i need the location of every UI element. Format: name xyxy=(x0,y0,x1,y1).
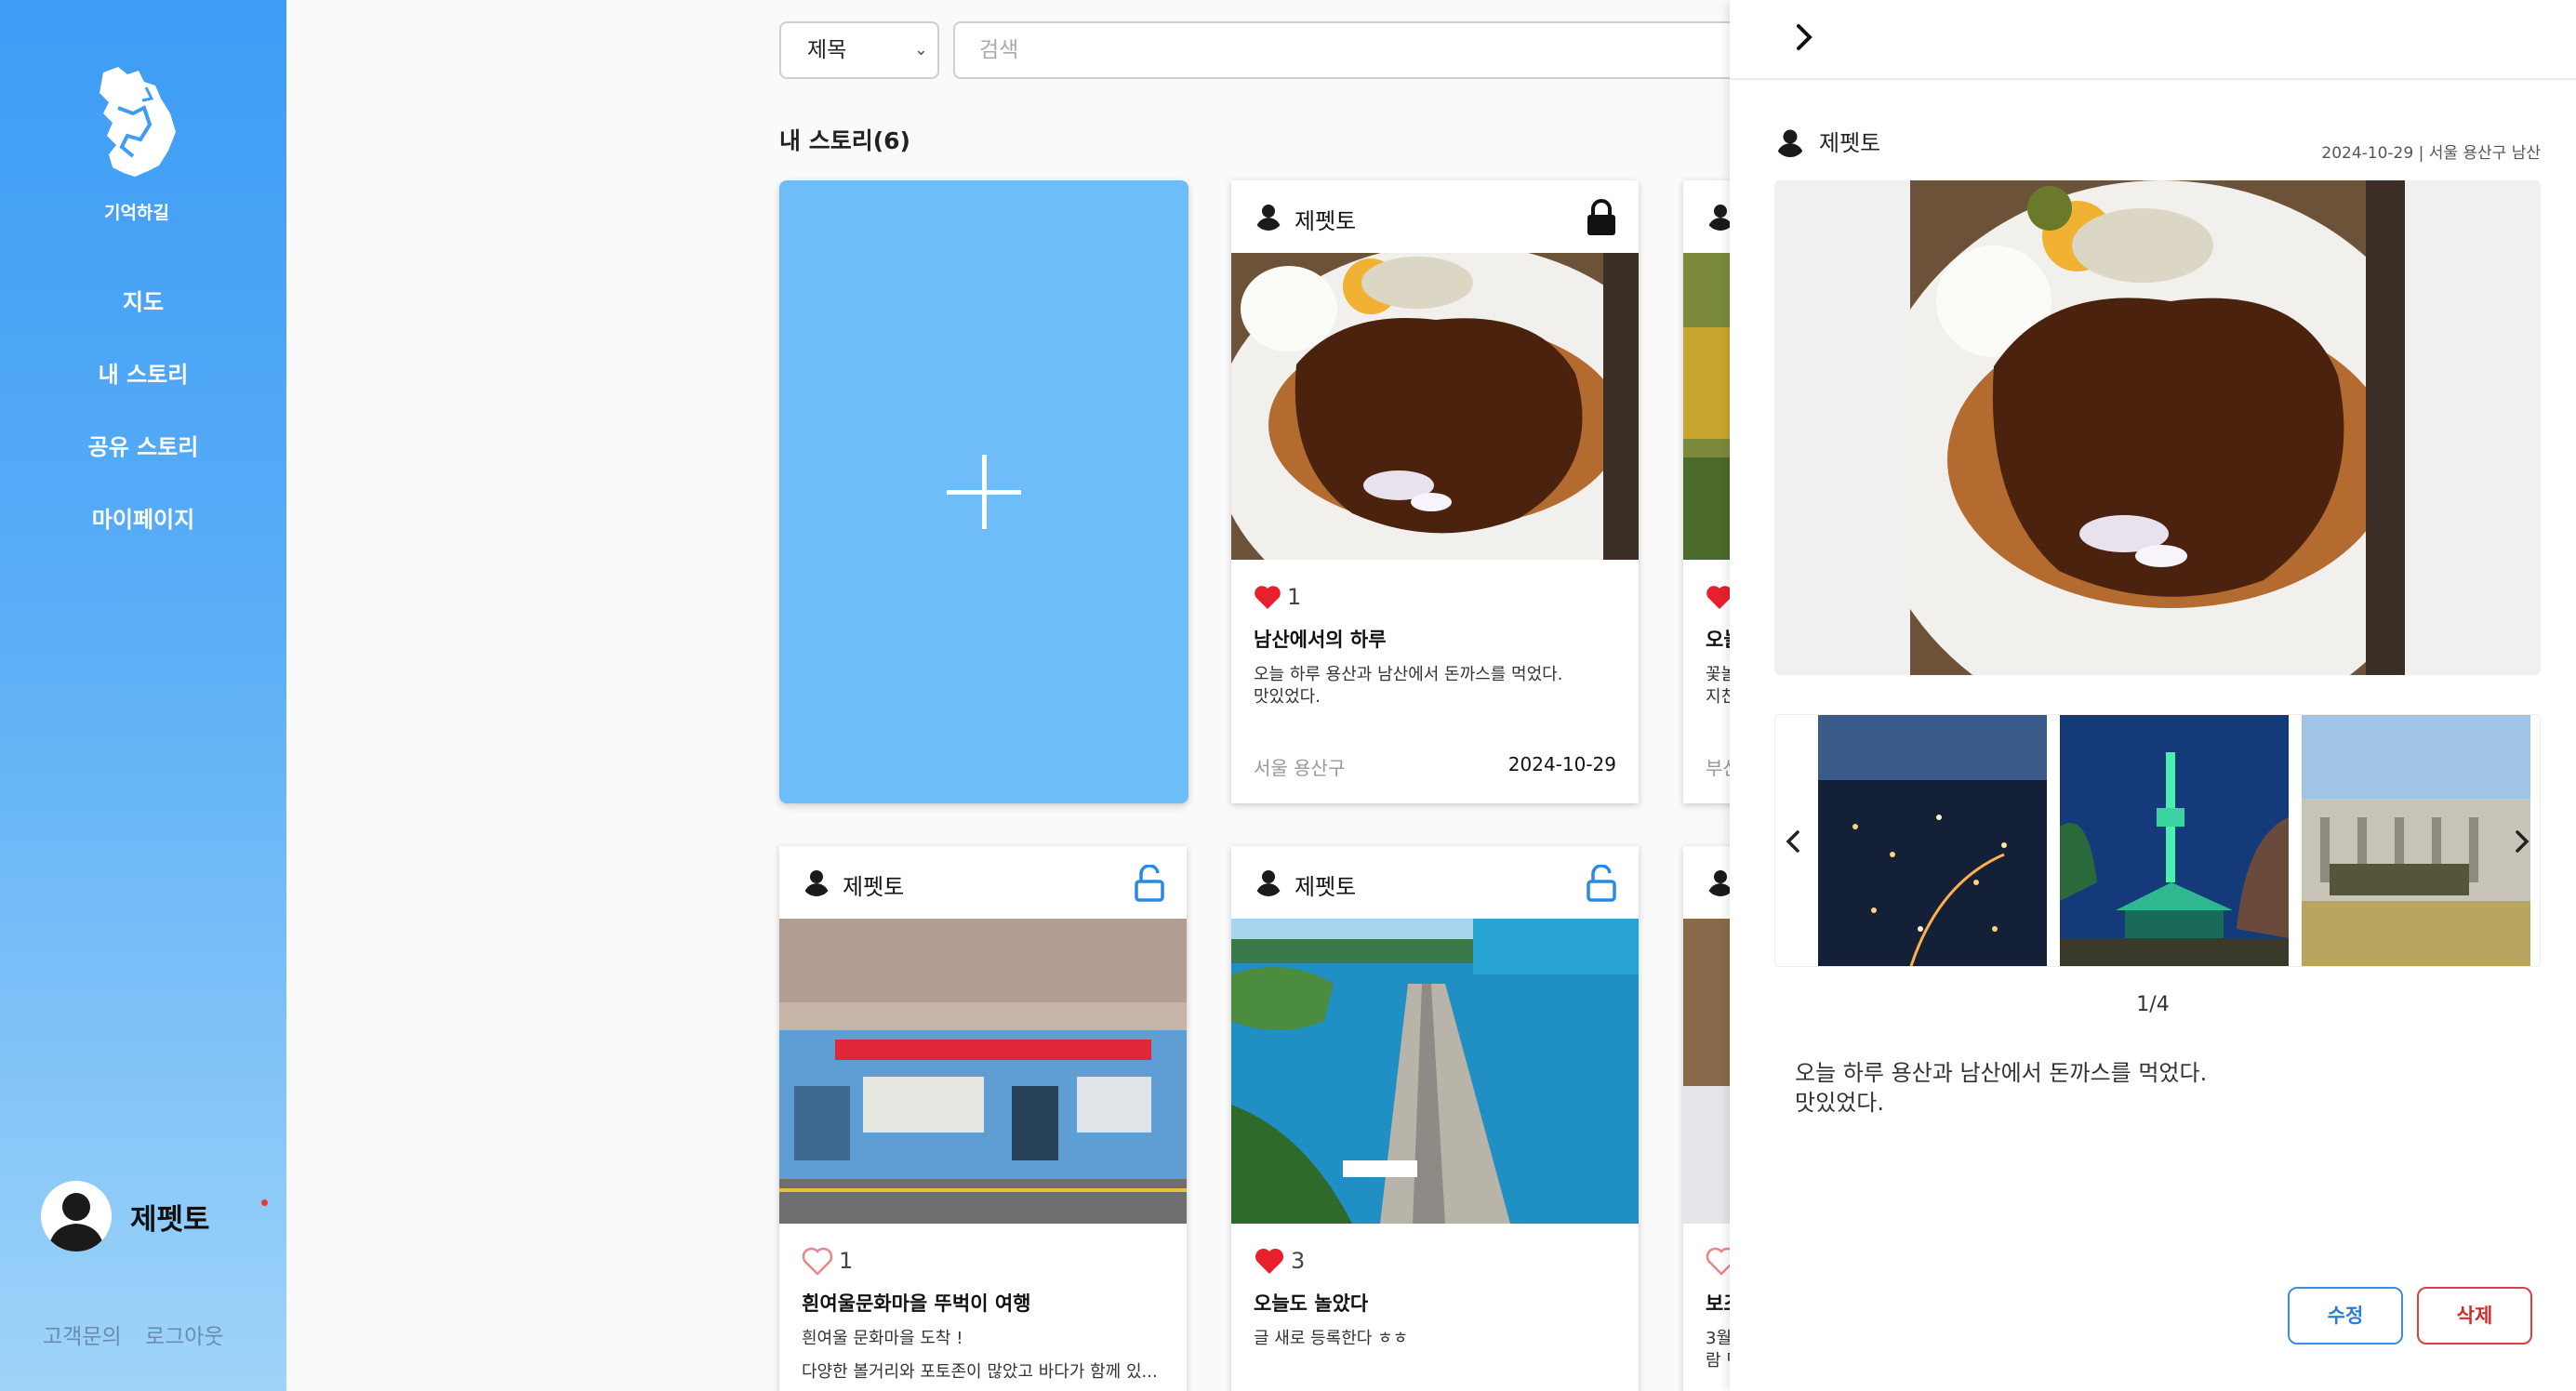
thumbnail-namsan-tower[interactable] xyxy=(2060,715,2289,966)
heart-filled-icon xyxy=(1255,586,1281,609)
sidebar-nav: 지도 내 스토리 공유 스토리 마이페이지 xyxy=(0,279,286,569)
edit-button[interactable]: 수정 xyxy=(2288,1287,2403,1345)
card-header: 제펫토 xyxy=(1231,180,1639,253)
author-name: 제펫토 xyxy=(1819,130,1881,156)
card-text: 글 새로 등록한다 ㅎㅎ xyxy=(1254,1329,1409,1348)
card-title: 흰여울문화마을 뚜벅이 여행 xyxy=(802,1292,1031,1315)
support-link[interactable]: 고객문의 xyxy=(43,1325,122,1349)
story-card[interactable]: 제펫토 3 오늘도 놀았다 글 새로 등록한다 ㅎㅎ xyxy=(1231,846,1639,1391)
card-author: 제펫토 xyxy=(1295,208,1357,234)
card-author: 제펫토 xyxy=(843,874,905,900)
card-body: 3 오늘도 놀았다 글 새로 등록한다 ㅎㅎ xyxy=(1231,1246,1639,1350)
story-meta: 2024-10-29 | 서울 용산구 남산 xyxy=(2321,144,2541,163)
heart-filled-icon xyxy=(1255,1248,1284,1274)
search-filter-select[interactable]: 제목 ⌄ xyxy=(779,21,939,79)
nav-shared-story[interactable]: 공유 스토리 xyxy=(0,424,286,497)
nav-my-story[interactable]: 내 스토리 xyxy=(0,351,286,424)
photo-thumbnail-strip xyxy=(1774,714,2541,967)
card-body: 1 흰여울문화마을 뚜벅이 여행 흰여울 문화마을 도착 ! 다양한 볼거리와 … xyxy=(779,1246,1187,1384)
add-story-button[interactable] xyxy=(779,180,1188,803)
delete-button[interactable]: 삭제 xyxy=(2417,1287,2532,1345)
card-header: 제펫토 xyxy=(1231,846,1639,919)
lock-open-icon[interactable] xyxy=(1133,864,1166,902)
avatar xyxy=(802,867,831,896)
like-count[interactable]: 1 xyxy=(802,1246,1164,1276)
card-text: 오늘 하루 용산과 남산에서 돈까스를 먹었다. 맛있었다. xyxy=(1254,665,1563,707)
user-profile[interactable]: 제펫토 xyxy=(41,1181,268,1252)
avatar xyxy=(1254,201,1283,231)
chevron-right-icon xyxy=(1797,24,1812,50)
chevron-right-icon xyxy=(2516,830,2530,853)
logout-link[interactable]: 로그아웃 xyxy=(145,1325,224,1349)
lock-closed-icon[interactable] xyxy=(1585,199,1618,236)
card-image xyxy=(779,919,1187,1224)
thumbnail-night-city[interactable] xyxy=(1818,715,2047,966)
user-name: 제펫토 xyxy=(130,1202,210,1237)
nav-map[interactable]: 지도 xyxy=(0,279,286,351)
nav-mypage[interactable]: 마이페이지 xyxy=(0,497,286,569)
filter-value: 제목 xyxy=(807,38,847,62)
korea-map-icon xyxy=(100,67,176,177)
carousel-next-button[interactable] xyxy=(2504,819,2540,864)
bottom-links: 고객문의 로그아웃 xyxy=(43,1318,241,1350)
card-title: 남산에서의 하루 xyxy=(1254,629,1387,651)
avatar xyxy=(1254,867,1283,896)
close-panel-button[interactable] xyxy=(1782,13,1826,61)
divider xyxy=(1730,78,2576,80)
story-description: 오늘 하루 용산과 남산에서 돈까스를 먹었다. 맛있었다. xyxy=(1795,1060,2208,1116)
story-detail-panel: 제펫토 2024-10-29 | 서울 용산구 남산 1/4 오늘 하루 용산과… xyxy=(1730,0,2576,1391)
lock-open-icon[interactable] xyxy=(1585,864,1618,902)
story-card[interactable]: 제펫토 1 남산에서의 하루 오늘 하루 용산과 남산에서 돈까스를 먹었다. … xyxy=(1231,180,1639,803)
card-text: 흰여울 문화마을 도착 ! 다양한 볼거리와 포토존이 많았고 바다가 함께 있… xyxy=(802,1329,1158,1382)
chevron-down-icon: ⌄ xyxy=(913,40,928,60)
avatar xyxy=(41,1181,112,1252)
story-card[interactable]: 제펫토 1 흰여울문화마을 뚜벅이 여행 흰여울 문화마을 도착 ! 다양한 볼… xyxy=(779,846,1187,1391)
card-image xyxy=(1231,253,1639,560)
card-author: 제펫토 xyxy=(1295,874,1357,900)
like-count[interactable]: 1 xyxy=(1254,582,1616,612)
avatar xyxy=(1774,126,1806,157)
search-placeholder: 검색 xyxy=(979,38,1019,62)
photo-counter: 1/4 xyxy=(2136,993,2170,1016)
card-image xyxy=(1231,919,1639,1224)
heart-outline-icon xyxy=(802,1247,833,1276)
like-count[interactable]: 3 xyxy=(1254,1246,1616,1276)
card-location: 서울 용산구 xyxy=(1254,757,1346,779)
logo-text: 기억하길 xyxy=(104,203,169,223)
card-header: 제펫토 xyxy=(779,846,1187,919)
panel-author: 제펫토 xyxy=(1774,125,1880,157)
card-date: 2024-10-29 xyxy=(1507,753,1616,775)
main-photo xyxy=(1910,180,2405,675)
card-title: 오늘도 놀았다 xyxy=(1254,1292,1369,1315)
search-input[interactable]: 검색 xyxy=(953,21,1772,79)
card-body: 1 남산에서의 하루 오늘 하루 용산과 남산에서 돈까스를 먹었다. 맛있었다… xyxy=(1231,582,1639,709)
carousel-prev-button[interactable] xyxy=(1775,819,1812,864)
section-title: 내 스토리(6) xyxy=(779,127,910,154)
sidebar: 기억하길 지도 내 스토리 공유 스토리 마이페이지 제펫토 고객문의 로그아웃 xyxy=(0,0,286,1391)
notification-dot xyxy=(261,1199,268,1206)
thumbnail-war-memorial[interactable] xyxy=(2302,715,2530,966)
chevron-left-icon xyxy=(1786,830,1799,853)
main-photo-container xyxy=(1774,180,2541,675)
app-logo[interactable]: 기억하길 xyxy=(86,61,188,223)
